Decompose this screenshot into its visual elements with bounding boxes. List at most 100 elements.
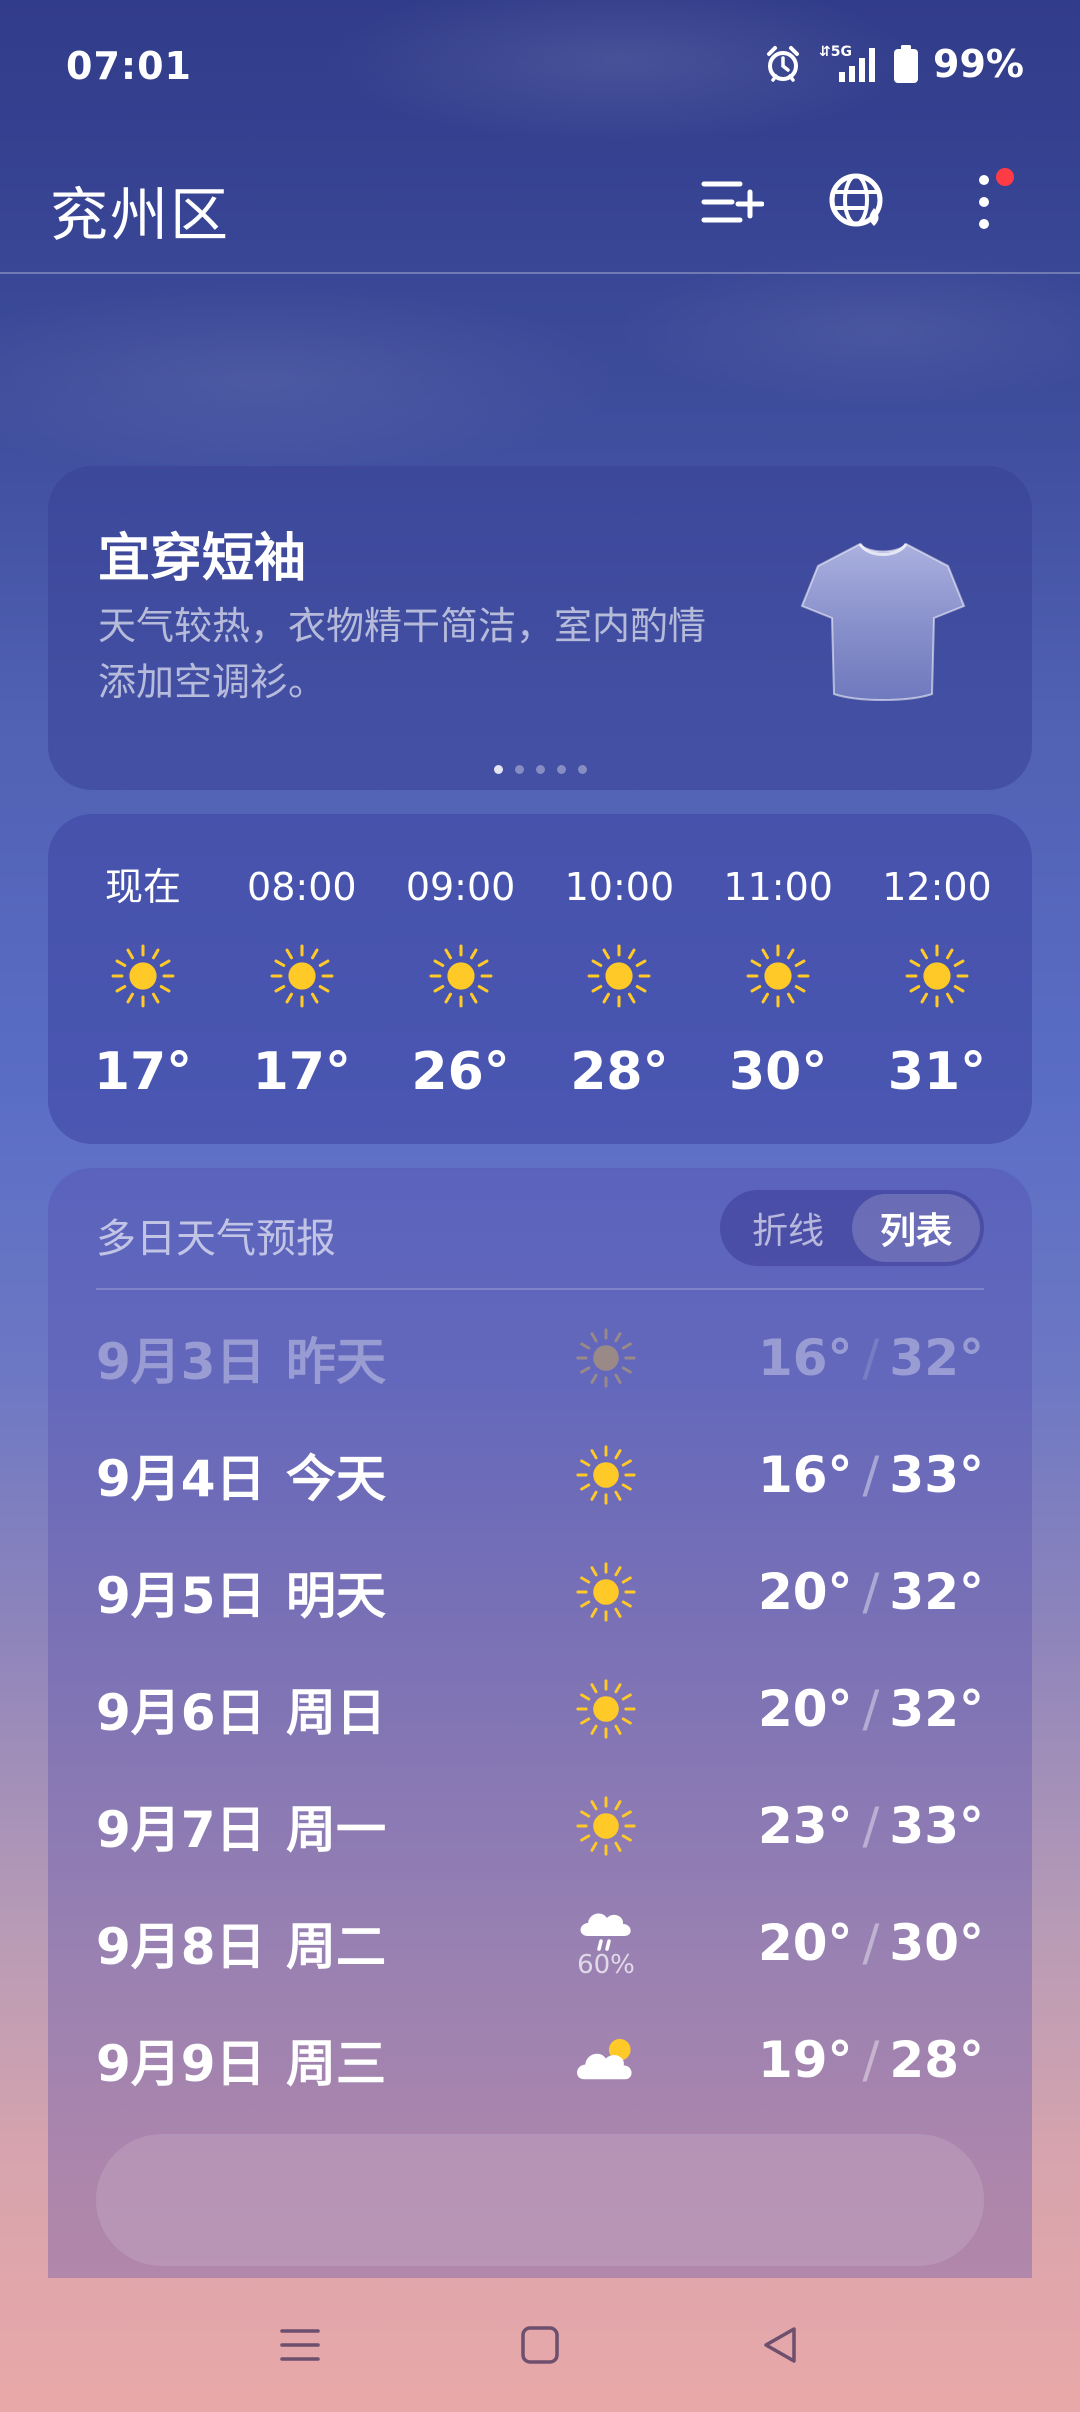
forecast-date: 9月3日 (96, 1333, 266, 1391)
hourly-time: 08:00 (247, 865, 357, 909)
temp-separator: / (862, 1563, 880, 1621)
rain-icon (580, 1913, 631, 1951)
status-bar: 07:01 ⇵5G 99% (0, 0, 1080, 140)
svg-text:⇵5G: ⇵5G (819, 44, 852, 60)
battery-percent: 99% (933, 42, 1024, 86)
forecast-icon-wrap (536, 1794, 676, 1858)
forecast-icon-wrap (536, 1443, 676, 1507)
forecast-date: 9月9日 (96, 2035, 266, 2093)
sunny-icon (576, 1679, 636, 1739)
hourly-temp: 26° (411, 1042, 510, 1102)
navigation-bar (0, 2278, 1080, 2412)
hourly-icon-wrap (109, 942, 177, 1012)
status-time: 07:01 (66, 44, 192, 88)
clothing-description: 天气较热，衣物精干简洁，室内酌情添加空调衫。 (98, 604, 707, 704)
hourly-temp: 31° (887, 1042, 987, 1102)
forecast-temps: 16°/33° (676, 1446, 984, 1504)
temp-low: 16° (757, 1329, 853, 1387)
temp-low: 20° (757, 1914, 853, 1972)
hourly-icon-wrap (744, 942, 812, 1012)
sunny-icon (746, 944, 810, 1008)
hourly-forecast-card[interactable]: 现在 17° 08:00 17° 09:00 26° 10:00 28° 11:… (48, 814, 1032, 1144)
notification-dot (996, 168, 1014, 186)
hourly-forecast-row: 现在 17° 08:00 17° 09:00 26° 10:00 28° 11:… (68, 862, 1012, 1102)
hourly-item: 11:00 30° (703, 862, 853, 1102)
forecast-more-button[interactable] (96, 2134, 984, 2266)
forecast-day: 周一 (286, 1801, 386, 1859)
tshirt-icon (800, 542, 966, 701)
view-toggle: 折线 列表 (720, 1190, 984, 1266)
forecast-icon-wrap (536, 1326, 676, 1390)
clothing-title: 宜穿短袖 (98, 529, 307, 589)
forecast-day: 周三 (286, 2035, 386, 2093)
hourly-time: 现在 (104, 865, 181, 909)
forecast-row[interactable]: 9月6日 周日 20°/32° (96, 1659, 984, 1759)
temp-separator: / (862, 1680, 880, 1738)
forecast-day: 今天 (286, 1450, 386, 1508)
add-city-icon (701, 181, 764, 223)
forecast-temps: 20°/32° (676, 1680, 984, 1738)
pager-dots (48, 765, 1032, 774)
divider (96, 1288, 984, 1290)
temp-low: 20° (757, 1563, 853, 1621)
forecast-date: 9月6日 (96, 1684, 266, 1742)
forecast-temps: 20°/30° (676, 1914, 984, 1972)
temp-low: 16° (757, 1446, 853, 1504)
pager-dot (493, 765, 503, 774)
sunny-icon (576, 1796, 636, 1856)
hourly-temp: 17° (93, 1042, 193, 1102)
sunny-icon (111, 944, 175, 1008)
home-button[interactable] (500, 2305, 580, 2385)
hourly-item: 12:00 31° (862, 862, 1012, 1102)
back-button[interactable] (740, 2305, 820, 2385)
forecast-icon-wrap (536, 1560, 676, 1624)
temp-separator: / (862, 1914, 880, 1972)
forecast-temps: 16°/32° (676, 1329, 984, 1387)
recent-apps-button[interactable] (260, 2305, 340, 2385)
temp-separator: / (862, 1446, 880, 1504)
temp-high: 32° (889, 1680, 984, 1738)
forecast-temps: 19°/28° (676, 2031, 984, 2089)
temp-high: 28° (889, 2031, 984, 2089)
forecast-temps: 23°/33° (676, 1797, 984, 1855)
city-management-button[interactable] (816, 160, 900, 244)
temp-separator: / (862, 2031, 880, 2089)
forecast-row[interactable]: 9月5日 明天 20°/32° (96, 1542, 984, 1642)
app-header: 兖州区 (0, 150, 1080, 274)
forecast-row[interactable]: 9月4日 今天 16°/33° (96, 1425, 984, 1525)
home-square-icon (521, 2326, 559, 2364)
toggle-line-chart[interactable]: 折线 (724, 1194, 852, 1262)
hourly-icon-wrap (903, 942, 971, 1012)
alarm-icon (767, 46, 800, 82)
pager-dot (577, 765, 587, 774)
forecast-icon-wrap: 60% (536, 1906, 676, 1980)
sunny-icon (576, 1562, 636, 1622)
forecast-row[interactable]: 9月3日 昨天 16°/32° (96, 1308, 984, 1408)
temp-high: 32° (889, 1563, 984, 1621)
add-city-button[interactable] (690, 160, 774, 244)
forecast-row[interactable]: 9月8日 周二 60% 20°/30° (96, 1893, 984, 1993)
city-name[interactable]: 兖州区 (50, 168, 230, 252)
forecast-icon-wrap (536, 1677, 676, 1741)
hourly-icon-wrap (268, 942, 336, 1012)
status-icons: ⇵5G 99% (763, 42, 1024, 86)
clothing-suggestion-card[interactable]: 宜穿短袖 天气较热，衣物精干简洁，室内酌情添加空调衫。 (48, 466, 1032, 790)
forecast-row[interactable]: 9月9日 周三 19°/28° (96, 2010, 984, 2110)
forecast-date: 9月7日 (96, 1801, 266, 1859)
temp-low: 19° (757, 2031, 853, 2089)
forecast-icon-wrap (536, 2034, 676, 2085)
forecast-day: 明天 (286, 1567, 386, 1625)
hourly-icon-wrap (585, 942, 653, 1012)
forecast-temps: 20°/32° (676, 1563, 984, 1621)
hourly-temp: 28° (570, 1042, 669, 1102)
partly-cloudy-icon (577, 2039, 632, 2080)
toggle-list[interactable]: 列表 (852, 1194, 980, 1262)
hourly-icon-wrap (427, 942, 495, 1012)
more-icon (979, 175, 989, 229)
more-options-button[interactable] (942, 160, 1026, 244)
hourly-time: 11:00 (723, 865, 833, 909)
temp-high: 30° (889, 1914, 984, 1972)
forecast-date: 9月8日 (96, 1918, 266, 1976)
forecast-row[interactable]: 9月7日 周一 23°/33° (96, 1776, 984, 1876)
pager-dot (556, 765, 566, 774)
